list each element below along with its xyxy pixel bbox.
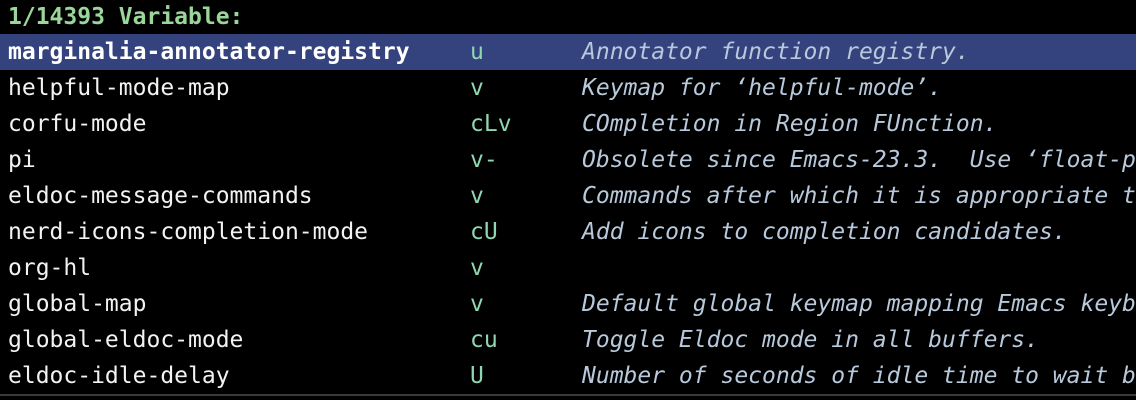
completion-prompt: 1/14393 Variable: bbox=[8, 4, 244, 30]
candidate-row-selected[interactable]: marginalia-annotator-registry u Annotato… bbox=[0, 34, 1136, 70]
candidate-row[interactable]: helpful-mode-map v Keymap for ‘helpful-m… bbox=[0, 70, 1136, 106]
candidate-doc: COmpletion in Region FUnction. bbox=[582, 111, 998, 137]
candidate-doc: Commands after which it is appropriate t bbox=[582, 183, 1136, 209]
candidate-row[interactable]: nerd-icons-completion-mode cU Add icons … bbox=[0, 214, 1136, 250]
candidate-flags: cLv bbox=[470, 111, 512, 137]
candidate-row[interactable]: org-hl v bbox=[0, 250, 1136, 286]
candidate-list: marginalia-annotator-registry u Annotato… bbox=[0, 34, 1136, 394]
candidate-flags: u bbox=[470, 39, 484, 65]
candidate-row[interactable]: corfu-mode cLv COmpletion in Region FUnc… bbox=[0, 106, 1136, 142]
candidate-flags: v- bbox=[470, 147, 498, 173]
candidate-name: global-map bbox=[8, 291, 147, 317]
candidate-flags: cU bbox=[470, 219, 498, 245]
candidate-name: eldoc-idle-delay bbox=[8, 363, 230, 389]
candidate-name: org-hl bbox=[8, 255, 92, 281]
candidate-flags: cu bbox=[470, 327, 498, 353]
candidate-row[interactable]: pi v- Obsolete since Emacs-23.3. Use ‘fl… bbox=[0, 142, 1136, 178]
candidate-name: eldoc-message-commands bbox=[8, 183, 313, 209]
candidate-row[interactable]: eldoc-message-commands v Commands after … bbox=[0, 178, 1136, 214]
candidate-name: nerd-icons-completion-mode bbox=[8, 219, 369, 245]
minibuffer: 1/14393 Variable: marginalia-annotator-r… bbox=[0, 0, 1136, 396]
candidate-flags: U bbox=[470, 363, 484, 389]
candidate-row[interactable]: global-eldoc-mode cu Toggle Eldoc mode i… bbox=[0, 322, 1136, 358]
candidate-doc: Toggle Eldoc mode in all buffers. bbox=[582, 327, 1039, 353]
candidate-doc: Annotator function registry. bbox=[582, 39, 970, 65]
candidate-flags: v bbox=[470, 183, 484, 209]
candidate-doc: Add icons to completion candidates. bbox=[582, 219, 1067, 245]
candidate-name: global-eldoc-mode bbox=[8, 327, 244, 353]
candidate-doc: Obsolete since Emacs-23.3. Use ‘float-p bbox=[582, 147, 1136, 173]
candidate-name: helpful-mode-map bbox=[8, 75, 230, 101]
candidate-doc: Number of seconds of idle time to wait b bbox=[582, 363, 1136, 389]
candidate-name: marginalia-annotator-registry bbox=[8, 39, 410, 65]
candidate-flags: v bbox=[470, 291, 484, 317]
candidate-doc: Keymap for ‘helpful-mode’. bbox=[582, 75, 943, 101]
candidate-row[interactable]: global-map v Default global keymap mappi… bbox=[0, 286, 1136, 322]
candidate-doc: Default global keymap mapping Emacs keyb bbox=[582, 291, 1136, 317]
candidate-name: corfu-mode bbox=[8, 111, 147, 137]
candidate-flags: v bbox=[470, 255, 484, 281]
candidate-flags: v bbox=[470, 75, 484, 101]
candidate-name: pi bbox=[8, 147, 36, 173]
candidate-row[interactable]: eldoc-idle-delay U Number of seconds of … bbox=[0, 358, 1136, 394]
